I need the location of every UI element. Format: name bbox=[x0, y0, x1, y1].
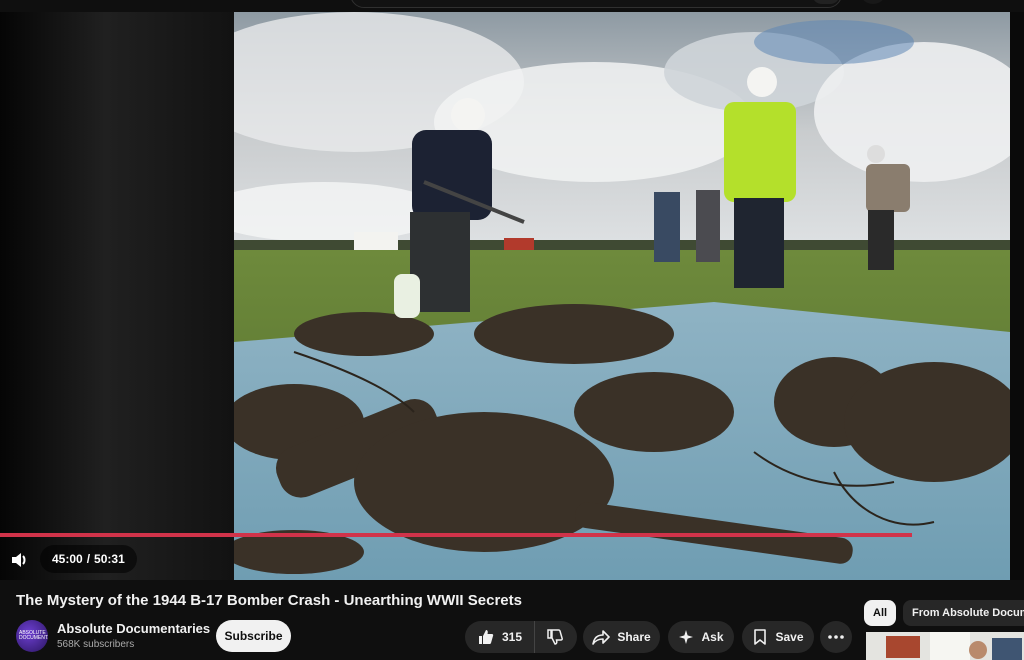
current-time: 45:00 bbox=[52, 552, 83, 566]
duration: 50:31 bbox=[94, 552, 125, 566]
share-arrow-icon bbox=[592, 630, 611, 645]
save-label: Save bbox=[775, 630, 804, 644]
avatar-logo-text: ABSOLUTE DOCUMENTARIES bbox=[19, 630, 48, 641]
progress-bar[interactable] bbox=[0, 533, 913, 537]
volume-icon[interactable] bbox=[10, 550, 30, 570]
player-controls: 45:00 / 50:31 bbox=[0, 540, 300, 576]
ask-label: Ask bbox=[701, 630, 724, 644]
letterbox-right bbox=[1008, 12, 1024, 580]
voice-search-button[interactable] bbox=[860, 0, 886, 4]
search-box[interactable] bbox=[350, 0, 842, 8]
subscribe-button[interactable]: Subscribe bbox=[216, 620, 291, 652]
time-display: 45:00 / 50:31 bbox=[40, 545, 137, 573]
chip-all[interactable]: All bbox=[864, 600, 897, 626]
time-separator: / bbox=[86, 552, 91, 566]
video-player[interactable]: 45:00 / 50:31 bbox=[0, 12, 1024, 580]
related-video-thumbnail[interactable] bbox=[866, 632, 1024, 660]
sparkle-icon bbox=[679, 630, 694, 644]
save-button[interactable]: Save bbox=[742, 621, 814, 653]
avatar[interactable]: ABSOLUTE DOCUMENTARIES bbox=[16, 620, 48, 652]
video-still bbox=[234, 12, 1010, 580]
share-button[interactable]: Share bbox=[583, 621, 660, 653]
subscriber-count: 568K subscribers bbox=[57, 639, 135, 650]
video-title: The Mystery of the 1944 B-17 Bomber Cras… bbox=[16, 592, 522, 609]
more-actions-button[interactable] bbox=[820, 621, 852, 653]
like-dislike-group: 315 bbox=[465, 621, 577, 653]
letterbox-left bbox=[0, 12, 234, 580]
chip-from-channel[interactable]: From Absolute Docume bbox=[903, 600, 1024, 626]
like-button[interactable]: 315 bbox=[465, 621, 536, 653]
channel-name[interactable]: Absolute Documentaries bbox=[57, 621, 210, 636]
like-count: 315 bbox=[502, 630, 523, 644]
ask-button[interactable]: Ask bbox=[668, 621, 734, 653]
video-frame[interactable] bbox=[234, 12, 1010, 580]
more-horizontal-icon bbox=[828, 635, 844, 639]
thumbnail-image bbox=[866, 632, 1024, 660]
thumbs-up-icon bbox=[479, 630, 494, 644]
masthead-strip bbox=[0, 0, 1024, 12]
share-label: Share bbox=[617, 630, 651, 644]
bookmark-icon bbox=[754, 629, 767, 645]
dislike-button[interactable] bbox=[535, 621, 575, 653]
thumbs-down-icon bbox=[547, 629, 563, 645]
